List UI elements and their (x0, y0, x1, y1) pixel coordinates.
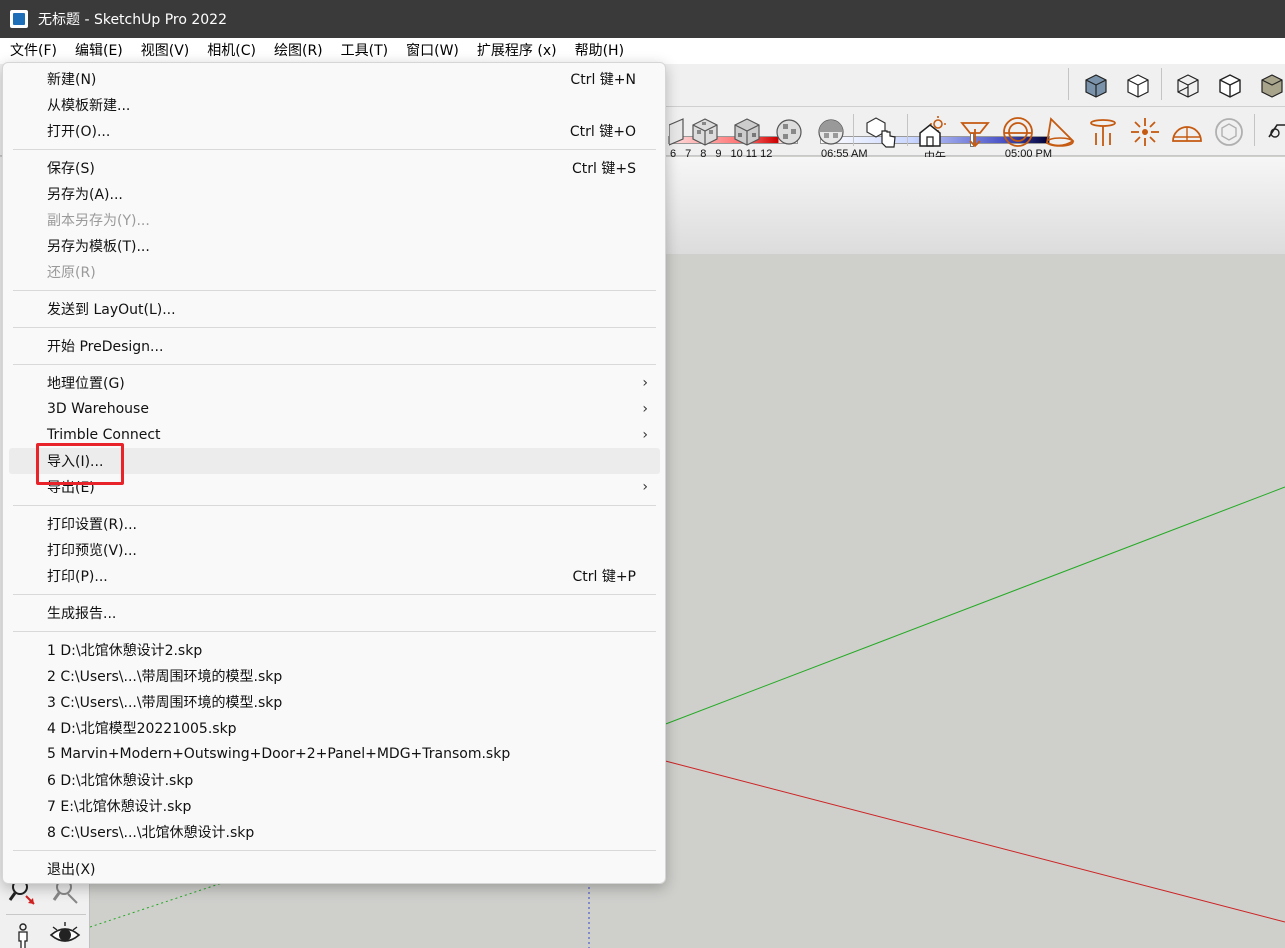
menu-tools[interactable]: 工具(T) (332, 38, 397, 64)
menu-file[interactable]: 文件(F) (0, 38, 66, 64)
chevron-right-icon: › (642, 479, 648, 495)
select-hand-cube-icon[interactable] (864, 115, 898, 149)
title-bar: 无标题 - SketchUp Pro 2022 (0, 0, 1285, 38)
menu-item-save-as-template[interactable]: 另存为模板(T)... (9, 233, 660, 259)
recent-file-item[interactable]: 5 Marvin+Modern+Outswing+Door+2+Panel+MD… (9, 741, 660, 767)
menu-window[interactable]: 窗口(W) (397, 38, 468, 64)
menu-separator (13, 327, 656, 328)
recent-file-item[interactable]: 6 D:\北馆休憩设计.skp (9, 767, 660, 793)
menu-item-geo-location[interactable]: 地理位置(G) › (9, 370, 660, 396)
menu-camera[interactable]: 相机(C) (198, 38, 265, 64)
monochrome-style-icon[interactable] (688, 115, 722, 149)
chevron-right-icon: › (642, 427, 648, 443)
shortcut-label: Ctrl 键+N (570, 72, 636, 88)
shortcut-label: Ctrl 键+S (572, 161, 636, 177)
sandbox-contour-icon[interactable] (1001, 115, 1035, 149)
window-title: 无标题 - SketchUp Pro 2022 (38, 12, 227, 28)
sphere-gray-icon[interactable] (1212, 115, 1246, 149)
menu-bar: 文件(F) 编辑(E) 视图(V) 相机(C) 绘图(R) 工具(T) 窗口(W… (0, 38, 1285, 64)
recent-file-item[interactable]: 7 E:\北馆休憩设计.skp (9, 793, 660, 819)
sketchup-app-icon (10, 10, 28, 28)
menu-edit[interactable]: 编辑(E) (66, 38, 132, 64)
recent-file-item[interactable]: 3 C:\Users\...\带周围环境的模型.skp (9, 689, 660, 715)
menu-separator (13, 850, 656, 851)
menu-draw[interactable]: 绘图(R) (265, 38, 332, 64)
menu-item-save-as[interactable]: 另存为(A)... (9, 181, 660, 207)
menu-separator (13, 505, 656, 506)
hidden-line-icon[interactable] (1213, 69, 1247, 103)
menu-separator (13, 594, 656, 595)
sandbox-stamp-icon[interactable] (1086, 115, 1120, 149)
xray-style-icon[interactable] (1079, 69, 1113, 103)
menu-separator (13, 290, 656, 291)
menu-item-save-copy-as: 副本另存为(Y)... (47, 213, 150, 229)
wireframe-icon[interactable] (1171, 69, 1205, 103)
section-plane-icon[interactable] (1260, 115, 1285, 149)
recent-file-item[interactable]: 1 D:\北馆休憩设计2.skp (9, 637, 660, 663)
recent-file-item[interactable]: 2 C:\Users\...\带周围环境的模型.skp (9, 663, 660, 689)
menu-item-open[interactable]: 打开(O)... Ctrl 键+O (9, 118, 660, 144)
add-location-icon[interactable] (916, 115, 950, 149)
menu-extensions[interactable]: 扩展程序 (x) (468, 38, 566, 64)
menu-item-print-setup[interactable]: 打印设置(R)... (9, 511, 660, 537)
half-sphere-icon[interactable] (814, 115, 848, 149)
textured-style-icon[interactable] (730, 115, 764, 149)
menu-item-new-from-template[interactable]: 从模板新建... (9, 92, 660, 118)
annotation-highlight-box (36, 443, 124, 485)
menu-view[interactable]: 视图(V) (132, 38, 199, 64)
back-edges-icon[interactable] (1121, 69, 1155, 103)
menu-item-3d-warehouse[interactable]: 3D Warehouse › (9, 396, 660, 422)
menu-item-send-to-layout[interactable]: 发送到 LayOut(L)... (9, 296, 660, 322)
menu-item-revert: 还原(R) (47, 265, 96, 281)
look-around-icon[interactable] (48, 919, 82, 948)
chevron-right-icon: › (642, 375, 648, 391)
menu-help[interactable]: 帮助(H) (566, 38, 633, 64)
menu-item-print-preview[interactable]: 打印预览(V)... (9, 537, 660, 563)
recent-file-item[interactable]: 4 D:\北馆模型20221005.skp (9, 715, 660, 741)
shaded-icon[interactable] (1255, 69, 1285, 103)
chevron-right-icon: › (642, 401, 648, 417)
sandbox-drape-icon[interactable] (958, 115, 992, 149)
menu-item-print[interactable]: 打印(P)... Ctrl 键+P (9, 563, 660, 589)
menu-item-new[interactable]: 新建(N) Ctrl 键+N (9, 66, 660, 92)
menu-item-generate-report[interactable]: 生成报告... (9, 600, 660, 626)
menu-separator (13, 631, 656, 632)
sandbox-cone-icon[interactable] (1043, 115, 1077, 149)
shortcut-label: Ctrl 键+O (569, 124, 636, 140)
sandbox-dome-icon[interactable] (1170, 115, 1204, 149)
checker-sphere-icon[interactable] (772, 115, 806, 149)
recent-file-item[interactable]: 8 C:\Users\...\北馆休憩设计.skp (9, 819, 660, 845)
position-camera-icon[interactable] (6, 919, 40, 948)
menu-item-predesign[interactable]: 开始 PreDesign... (9, 333, 660, 359)
menu-separator (13, 364, 656, 365)
menu-item-exit[interactable]: 退出(X) (9, 856, 660, 882)
shortcut-label: Ctrl 键+P (572, 569, 636, 585)
menu-item-save[interactable]: 保存(S) Ctrl 键+S (9, 155, 660, 181)
sandbox-smoove-icon[interactable] (1128, 115, 1162, 149)
menu-separator (13, 149, 656, 150)
